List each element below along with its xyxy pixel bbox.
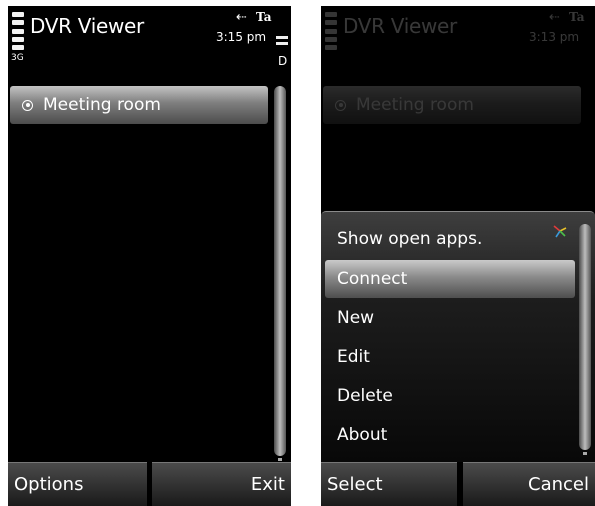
- signal-bars-icon: [325, 12, 337, 50]
- menu-item-label: Delete: [337, 386, 393, 406]
- options-softkey[interactable]: Options: [8, 462, 147, 506]
- menu-item-edit[interactable]: Edit: [325, 338, 575, 376]
- menu-item-connect[interactable]: Connect: [325, 260, 575, 298]
- sim-indicator: Ta: [256, 10, 272, 24]
- scroll-indicator-dot: [583, 452, 587, 455]
- menu-item-label: New: [337, 308, 375, 328]
- menu-scrollbar[interactable]: [579, 224, 591, 450]
- signal-bars-icon: [12, 12, 24, 50]
- battery-indicator: D: [278, 54, 288, 68]
- menu-item-about[interactable]: About: [325, 416, 575, 454]
- clock-time: 3:13 pm: [529, 30, 580, 44]
- menu-item-new[interactable]: New: [325, 299, 575, 337]
- scroll-indicator-dot: [278, 458, 282, 461]
- main-screen: DVR Viewer 3G ⇠ Ta 3:15 pm D Meeting roo…: [8, 6, 291, 506]
- list-item-label: Meeting room: [356, 95, 474, 115]
- menu-item-label: Connect: [337, 269, 408, 289]
- list-item-label: Meeting room: [43, 95, 161, 115]
- menu-item-label: About: [337, 425, 388, 445]
- battery-icon: [276, 36, 288, 48]
- menu-item-label: Edit: [337, 347, 370, 367]
- select-softkey[interactable]: Select: [321, 462, 457, 506]
- clock-time: 3:15 pm: [216, 30, 267, 44]
- open-apps-icon: [553, 225, 567, 238]
- radio-button-icon: [22, 99, 33, 111]
- usb-icon: ⇠: [549, 10, 560, 25]
- scrollbar[interactable]: [274, 86, 286, 456]
- network-indicator: 3G: [11, 53, 24, 63]
- radio-button-icon: [335, 99, 346, 111]
- exit-softkey[interactable]: Exit: [152, 462, 291, 506]
- app-title: DVR Viewer: [30, 14, 144, 38]
- usb-icon: ⇠: [236, 10, 247, 25]
- menu-item-label: Show open apps.: [337, 229, 483, 249]
- app-title: DVR Viewer: [343, 14, 457, 38]
- menu-item-delete[interactable]: Delete: [325, 377, 575, 415]
- options-menu: Show open apps. Connect New Edit Delete …: [321, 211, 595, 462]
- options-menu-screen: DVR Viewer ⇠ Ta 3:13 pm Meeting room Sho…: [321, 6, 595, 506]
- cancel-softkey[interactable]: Cancel: [463, 462, 595, 506]
- list-item-meeting-room[interactable]: Meeting room: [10, 86, 268, 124]
- list-item-meeting-room: Meeting room: [323, 86, 581, 124]
- menu-item-show-open-apps[interactable]: Show open apps.: [325, 220, 575, 258]
- sim-indicator: Ta: [569, 10, 585, 24]
